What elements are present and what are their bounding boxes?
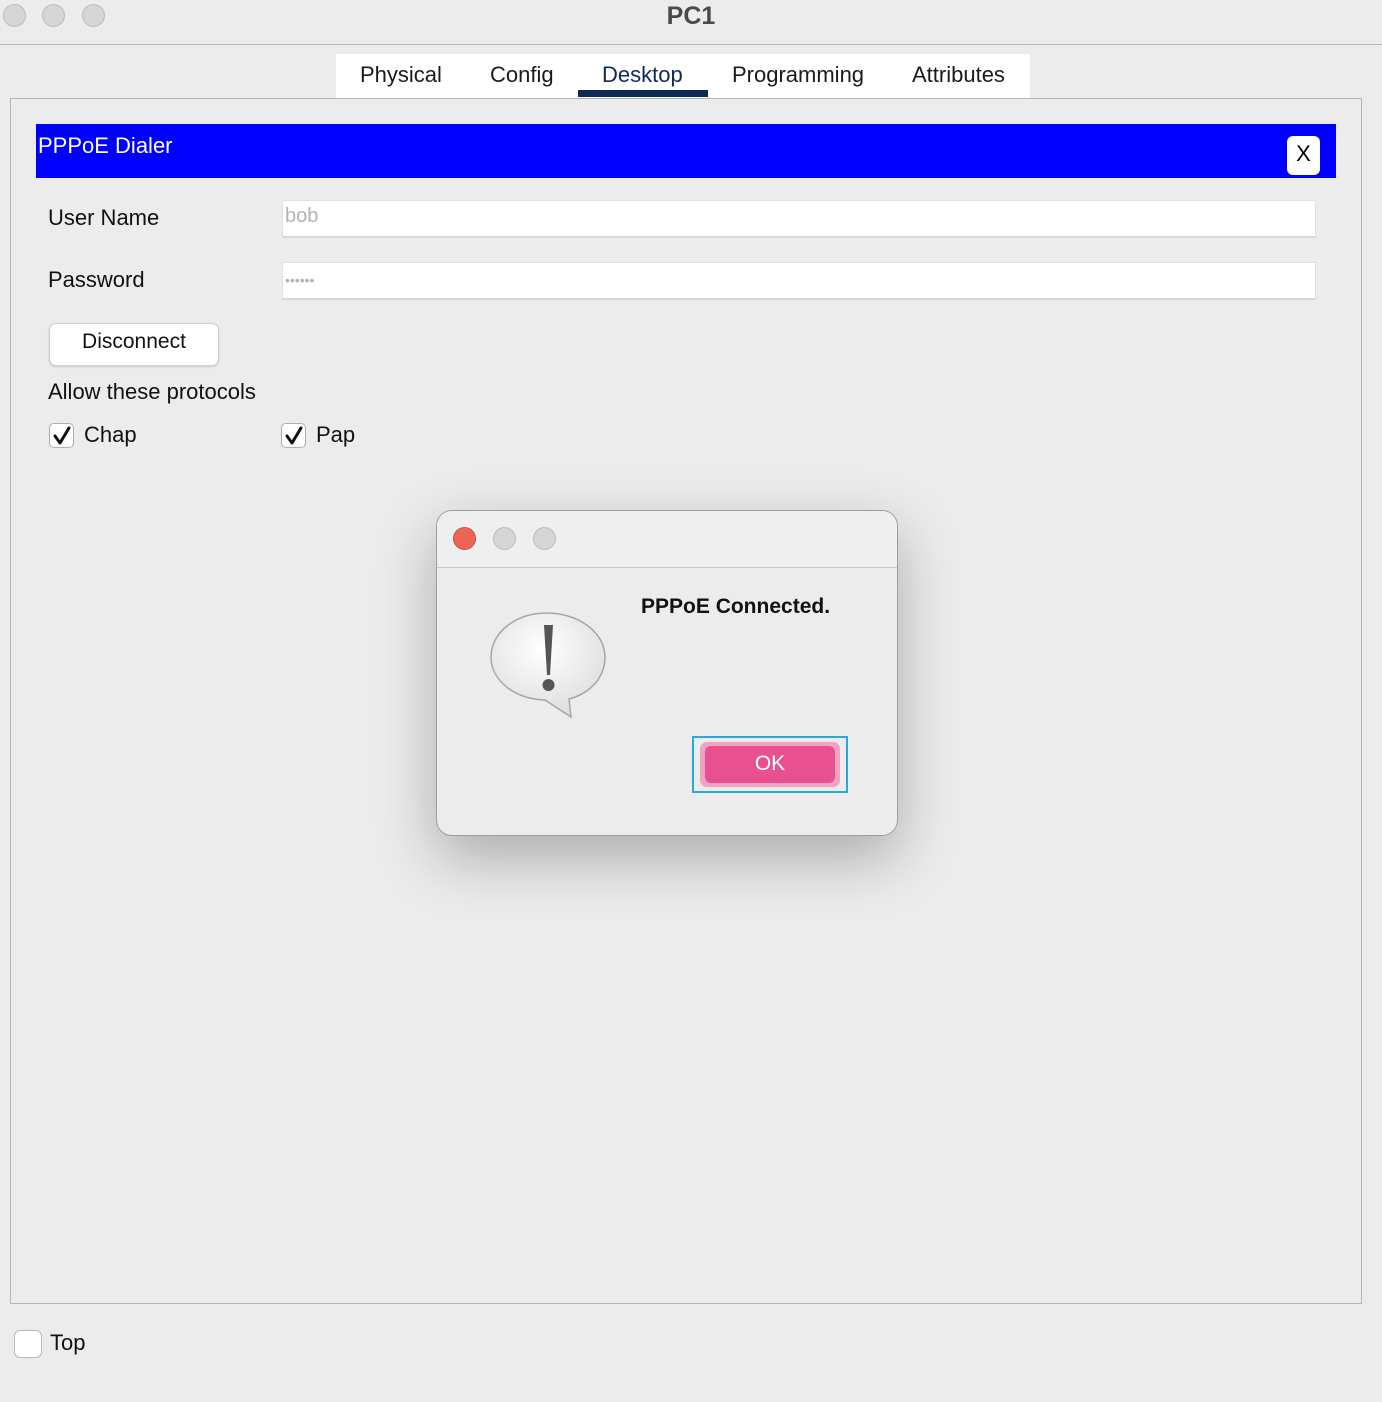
top-checkbox[interactable] [14,1330,42,1358]
tab-config[interactable]: Config [490,62,554,88]
alert-dialog: PPPoE Connected. OK [436,510,898,836]
chap-checkbox[interactable] [49,423,74,448]
ok-button-frame: OK [700,742,840,787]
window-title: PC1 [666,2,716,30]
alert-message: PPPoE Connected. [641,595,831,618]
dialer-header: PPPoE Dialer X [36,124,1336,178]
username-label: User Name [48,205,160,230]
ok-focus-ring: OK [692,736,848,793]
tab-desktop[interactable]: Desktop [602,62,683,88]
alert-minimize-button [493,527,516,550]
checkmark-icon [53,426,71,445]
tab-attributes[interactable]: Attributes [912,62,1005,88]
alert-zoom-button [533,527,556,550]
pap-checkbox[interactable] [281,423,306,448]
pc1-window: PC1 Physical Config Desktop Programming … [0,0,1382,1402]
username-field[interactable]: bob [282,200,1316,238]
password-label: Password [48,267,145,292]
alert-close-button[interactable] [453,527,476,550]
dialer-close-button[interactable]: X [1287,136,1320,175]
tab-physical[interactable]: Physical [360,62,442,88]
password-field[interactable]: •••••• [282,262,1316,300]
alert-title-bar [437,511,897,568]
chap-label: Chap [84,422,137,447]
ok-button[interactable]: OK [705,746,835,783]
title-bar: PC1 [0,0,1382,45]
pap-label: Pap [316,422,356,447]
exclamation-bubble-icon [490,612,606,719]
protocols-label: Allow these protocols [48,379,256,404]
active-tab-indicator [578,90,708,97]
tab-bar: Physical Config Desktop Programming Attr… [336,54,1030,98]
checkmark-icon [285,426,303,445]
tab-programming[interactable]: Programming [732,62,864,88]
top-label: Top [50,1330,86,1355]
dialer-title: PPPoE Dialer [38,133,173,158]
disconnect-button[interactable]: Disconnect [49,323,219,366]
